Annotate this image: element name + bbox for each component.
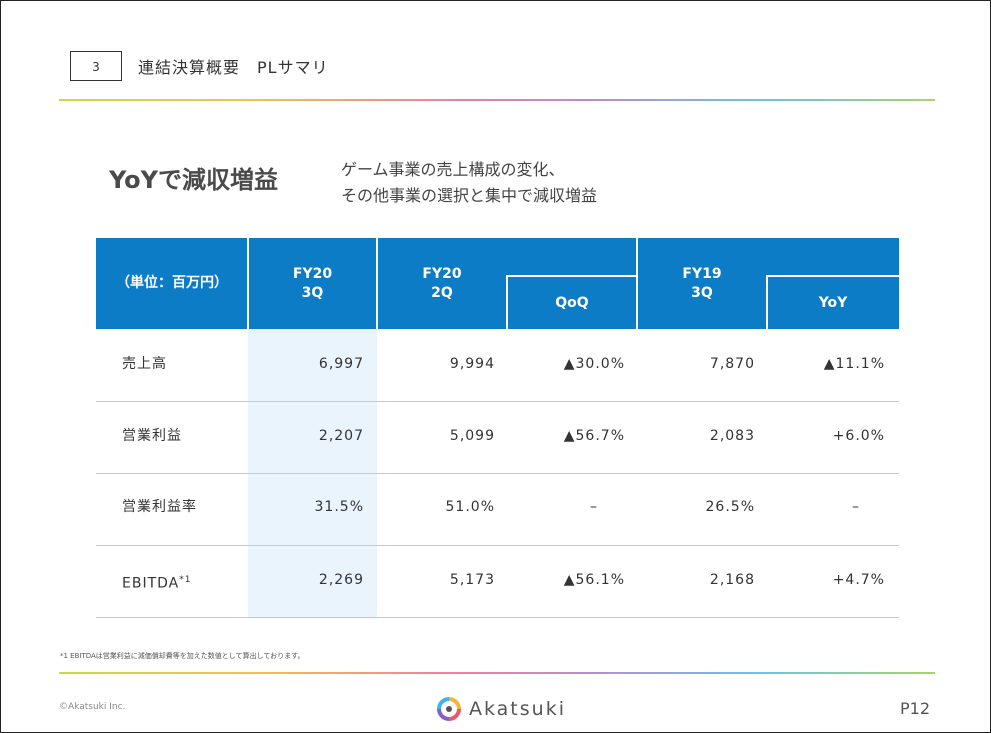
row-divider	[96, 401, 899, 402]
cell-qoq: ▲30.0%	[563, 356, 625, 372]
col-fy19-3q-line2: 3Q	[691, 285, 713, 301]
table-header: （単位：百万円） FY20 3Q FY20 2Q QoQ FY19 3Q YoY	[96, 238, 899, 329]
row-label: 営業利益率	[122, 499, 197, 515]
cell-fy20-2q: 5,173	[449, 572, 495, 588]
header-divider	[636, 238, 638, 329]
footnote: *1 EBITDAは営業利益に減価償却費等を加えた数値として算出しております。	[60, 652, 305, 660]
col-yoy: YoY	[818, 295, 848, 311]
cell-qoq: –	[590, 499, 598, 515]
header-divider	[766, 275, 899, 277]
cell-yoy: –	[852, 499, 860, 515]
col-qoq: QoQ	[555, 295, 589, 311]
akatsuki-logo: Akatsuki	[437, 696, 566, 722]
section-number-box: 3	[70, 51, 122, 81]
row-divider	[96, 473, 899, 474]
cell-fy20-3q: 2,207	[318, 428, 364, 444]
row-divider	[96, 545, 899, 546]
cell-fy19-3q: 2,168	[709, 572, 755, 588]
header-divider	[506, 275, 637, 277]
header-divider	[247, 238, 249, 329]
col-fy20-3q-line1: FY20	[292, 266, 333, 282]
bottom-divider	[59, 672, 935, 674]
cell-yoy: ▲11.1%	[823, 356, 885, 372]
cell-fy19-3q: 2,083	[709, 428, 755, 444]
subheading: ゲーム事業の売上構成の変化、 その他事業の選択と集中で減収増益	[341, 157, 597, 209]
header-divider	[506, 276, 508, 329]
cell-fy19-3q: 26.5%	[705, 499, 755, 515]
cell-fy20-2q: 9,994	[449, 356, 495, 372]
row-divider	[96, 617, 899, 618]
logo-text: Akatsuki	[469, 698, 566, 720]
header-divider	[766, 276, 768, 329]
page-number: P12	[900, 699, 931, 718]
col-fy19-3q: FY19 3Q	[637, 265, 767, 303]
section-title: 連結決算概要 PLサマリ	[138, 58, 329, 77]
akatsuki-ring-logo-icon	[437, 697, 461, 721]
row-label: 売上高	[122, 356, 167, 372]
col-fy19-3q-line1: FY19	[682, 266, 722, 282]
copyright: ©Akatsuki Inc.	[59, 702, 126, 712]
col-fy20-3q-line2: 3Q	[301, 285, 324, 301]
header-divider	[376, 238, 378, 329]
cell-fy20-3q: 2,269	[318, 572, 364, 588]
slide: 3 連結決算概要 PLサマリ YoYで減収増益 ゲーム事業の売上構成の変化、 そ…	[0, 0, 991, 733]
footnote-marker: *1	[179, 575, 192, 585]
cell-fy20-2q: 5,099	[449, 428, 495, 444]
cell-yoy: +6.0%	[832, 428, 885, 444]
cell-yoy: +4.7%	[832, 572, 885, 588]
headline: YoYで減収増益	[109, 166, 279, 194]
subheading-line-1: ゲーム事業の売上構成の変化、	[341, 160, 565, 179]
cell-qoq: ▲56.1%	[563, 572, 625, 588]
row-label: EBITDA*1	[122, 570, 191, 594]
row-label-text: EBITDA	[122, 575, 180, 592]
col-fy20-3q: FY20 3Q	[248, 265, 377, 303]
cell-qoq: ▲56.7%	[563, 428, 625, 444]
cell-fy19-3q: 7,870	[709, 356, 755, 372]
col-fy20-2q-line1: FY20	[422, 266, 462, 282]
cell-fy20-3q: 31.5%	[314, 499, 364, 515]
unit-label: （単位：百万円）	[116, 275, 228, 291]
pl-summary-table: （単位：百万円） FY20 3Q FY20 2Q QoQ FY19 3Q YoY	[96, 238, 899, 618]
col-fy20-2q-line2: 2Q	[431, 285, 453, 301]
subheading-line-2: その他事業の選択と集中で減収増益	[341, 186, 598, 205]
cell-fy20-3q: 6,997	[318, 356, 364, 372]
row-label: 営業利益	[122, 428, 182, 444]
cell-fy20-2q: 51.0%	[445, 499, 495, 515]
col-fy20-2q: FY20 2Q	[377, 265, 507, 303]
top-divider	[59, 99, 935, 101]
